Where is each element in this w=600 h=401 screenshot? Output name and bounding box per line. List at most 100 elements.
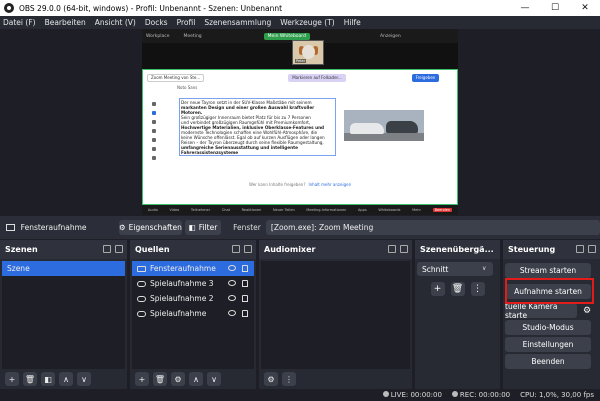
source-item[interactable]: Spielaufnahme 3 <box>132 276 254 291</box>
add-source-button[interactable]: + <box>135 372 149 386</box>
status-bar: LIVE: 00:00:00 REC: 00:00:00 CPU: 1,0%, … <box>0 389 600 401</box>
cpu-status: CPU: 1,0%, 30,00 fps <box>520 391 594 399</box>
start-recording-button[interactable]: Aufnahme starten <box>505 284 591 299</box>
scene-up-button[interactable]: ∧ <box>59 372 73 386</box>
scenes-list: Szene <box>2 261 125 369</box>
sources-footer: + 🗑 ⚙ ∧ ∨ <box>130 369 256 389</box>
virtual-camera-settings-icon[interactable]: ⚙ <box>583 306 591 316</box>
start-virtual-camera-button[interactable]: tuelle Kamera starte <box>505 302 577 320</box>
close-dock-icon[interactable] <box>115 245 123 253</box>
eye-icon[interactable] <box>228 310 236 316</box>
controls-header: Steuerung <box>503 240 600 259</box>
zoom-control: Chat <box>221 208 230 212</box>
live-icon <box>382 391 389 397</box>
whiteboard-text: Der neue Tayron setzt in der SUV-Klasse … <box>179 98 336 156</box>
controls-title: Steuerung <box>508 245 556 254</box>
zoom-capture: Workplace Meeting Mein Whiteboard Anzeig… <box>142 29 458 215</box>
settings-button[interactable]: Einstellungen <box>505 337 591 352</box>
undock-icon[interactable] <box>103 245 111 253</box>
minimize-button[interactable]: — <box>510 3 540 13</box>
scene-down-button[interactable]: ∨ <box>77 372 91 386</box>
lock-icon[interactable] <box>242 280 248 287</box>
filter-icon: ◧ <box>188 223 196 232</box>
source-up-button[interactable]: ∧ <box>189 372 203 386</box>
source-item-label: Spielaufnahme <box>150 309 207 318</box>
remove-transition-button[interactable]: 🗑 <box>450 282 465 296</box>
remove-source-button[interactable]: 🗑 <box>153 372 167 386</box>
text-icon <box>151 138 156 142</box>
whiteboard-toolbar: Zoom Meeting von Ste... Markieren auf Fo… <box>147 73 453 82</box>
properties-button[interactable]: ⚙ Eigenschaften <box>118 220 182 235</box>
add-transition-button[interactable]: + <box>430 282 445 296</box>
scenes-title: Szenen <box>5 245 38 254</box>
transition-menu-button[interactable]: ⋮ <box>470 282 485 296</box>
window-select[interactable]: [Zoom.exe]: Zoom Meeting <box>265 220 600 235</box>
eye-icon[interactable] <box>228 265 236 271</box>
scene-filter-button[interactable]: ◧ <box>41 372 55 386</box>
start-stream-button[interactable]: Stream starten <box>505 263 591 278</box>
remove-scene-button[interactable]: 🗑 <box>23 372 37 386</box>
menu-tools[interactable]: Werkzeuge (T) <box>280 18 335 27</box>
audio-mixer-dock: Audiomixer ⚙ ⋮ <box>259 240 412 389</box>
eye-icon[interactable] <box>228 295 236 301</box>
scenes-footer: + 🗑 ◧ ∧ ∨ <box>0 369 127 389</box>
source-settings-button[interactable]: ⚙ <box>171 372 185 386</box>
obs-logo-icon <box>4 3 14 13</box>
transition-select[interactable]: Schnitt ∨ <box>417 262 493 276</box>
source-item[interactable]: Fensteraufnahme <box>132 261 254 276</box>
menu-profile[interactable]: Profil <box>177 18 196 27</box>
menu-docks[interactable]: Docks <box>145 18 168 27</box>
studio-mode-button[interactable]: Studio-Modus <box>505 320 591 335</box>
controls-dock: Steuerung Stream starten Aufnahme starte… <box>503 240 600 389</box>
menu-scene-collection[interactable]: Szenensammlung <box>204 18 271 27</box>
live-time: LIVE: 00:00:00 <box>390 391 442 399</box>
zoom-control: Audio <box>147 208 158 212</box>
source-item-label: Fensteraufnahme <box>150 264 216 273</box>
zoom-tab: Meeting <box>183 33 202 39</box>
zoom-control: Mehr <box>412 208 421 212</box>
source-down-button[interactable]: ∨ <box>207 372 221 386</box>
close-button[interactable]: ✕ <box>570 3 600 13</box>
source-item[interactable]: Spielaufnahme 2 <box>132 291 254 306</box>
close-dock-icon[interactable] <box>244 245 252 253</box>
filter-button[interactable]: ◧ Filter <box>184 220 222 235</box>
maximize-button[interactable]: ☐ <box>540 3 570 13</box>
share-hint: Wer kann Inhalte freigeben? <box>249 182 306 187</box>
eye-icon[interactable] <box>228 280 236 286</box>
close-dock-icon[interactable] <box>400 245 408 253</box>
road-shape <box>344 133 424 141</box>
pen-icon <box>151 120 156 124</box>
whiteboard-title: Zoom Meeting von Ste... <box>147 73 205 82</box>
source-toolbar: Fensteraufnahme ⚙ Eigenschaften ◧ Filter F… <box>0 216 600 239</box>
menu-edit[interactable]: Bearbeiten <box>45 18 86 27</box>
lock-icon[interactable] <box>242 265 248 272</box>
exit-button[interactable]: Beenden <box>505 354 591 369</box>
camera-thumbnail: Peter <box>292 40 324 65</box>
sticky-icon <box>151 147 156 151</box>
preview-area[interactable]: Workplace Meeting Mein Whiteboard Anzeig… <box>0 29 600 215</box>
source-item-label: Spielaufnahme 3 <box>150 279 214 288</box>
mixer-menu-button[interactable]: ⋮ <box>282 372 296 386</box>
filter-label: Filter <box>198 223 218 232</box>
lock-icon[interactable] <box>242 310 248 317</box>
zoom-control: Reaktionen <box>241 208 262 212</box>
rec-status: REC: 00:00:00 <box>451 391 510 399</box>
zoom-control: Apps <box>358 208 367 212</box>
menu-help[interactable]: Hilfe <box>344 18 361 27</box>
menu-file[interactable]: Datei (F) <box>3 18 36 27</box>
mixer-settings-button[interactable]: ⚙ <box>264 372 278 386</box>
zoom-tab: Anzeigen <box>379 33 401 39</box>
close-dock-icon[interactable] <box>588 245 596 253</box>
zoom-control: Meeting-Informationen <box>306 208 347 212</box>
lock-icon[interactable] <box>242 295 248 302</box>
zoom-control: Teilnehmer <box>190 208 211 212</box>
rec-icon <box>451 391 458 397</box>
add-scene-button[interactable]: + <box>5 372 19 386</box>
source-item[interactable]: Spielaufnahme <box>132 306 254 321</box>
undock-icon[interactable] <box>388 245 396 253</box>
undock-icon[interactable] <box>232 245 240 253</box>
mixer-body <box>261 261 410 369</box>
menu-view[interactable]: Ansicht (V) <box>95 18 136 27</box>
scene-item[interactable]: Szene <box>2 261 125 276</box>
undock-icon[interactable] <box>576 245 584 253</box>
